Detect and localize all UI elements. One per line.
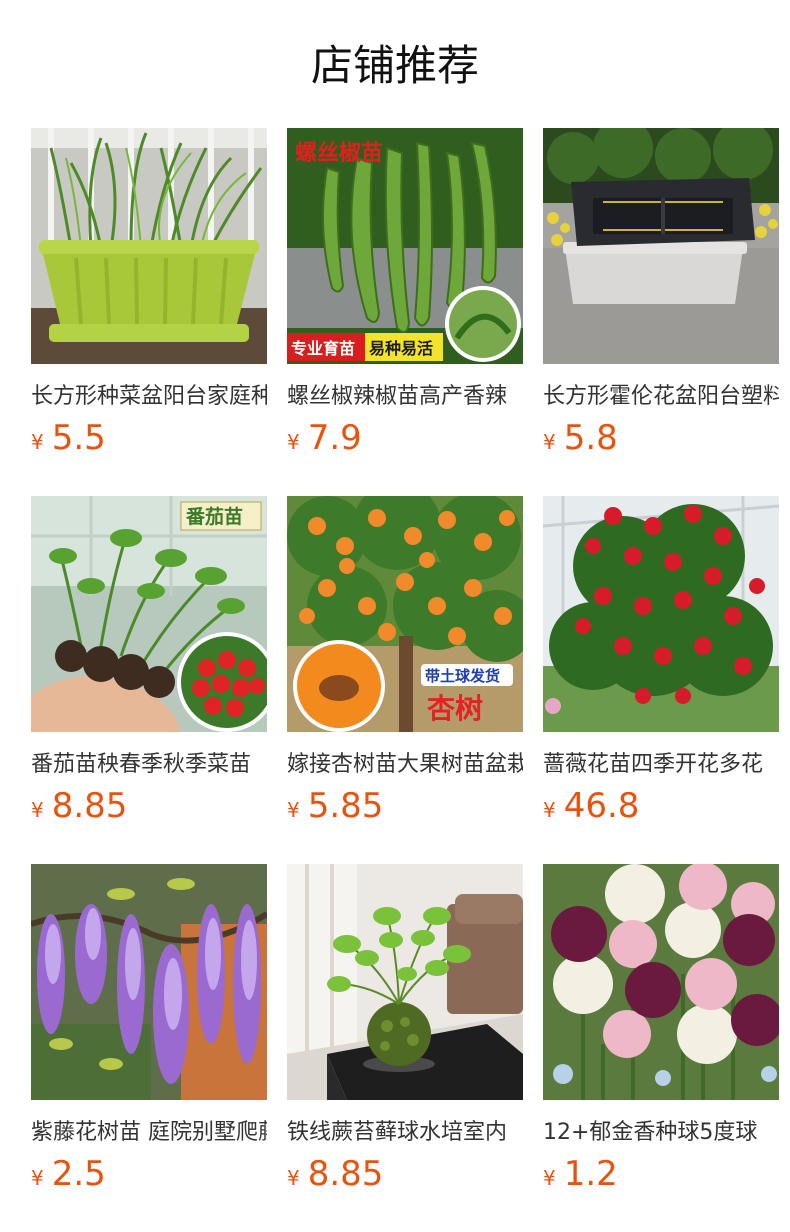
badge-text: 番茄苗	[185, 505, 243, 528]
product-card[interactable]: 螺丝椒苗 专业育苗 易种易活 螺丝椒辣椒苗高产香辣 ¥7.9	[287, 128, 523, 496]
wisteria-image[interactable]	[31, 864, 267, 1100]
gray-planter-image[interactable]	[543, 128, 779, 364]
price-amount: 5.5	[51, 418, 106, 458]
product-price: ¥5.85	[287, 784, 383, 828]
currency-symbol: ¥	[287, 1166, 300, 1190]
product-price: ¥5.5	[31, 416, 106, 460]
green-planter-illustration	[31, 128, 267, 364]
product-price: ¥1.2	[543, 1152, 618, 1196]
tag-right-text: 易种易活	[369, 339, 433, 358]
price-amount: 2.5	[51, 1154, 106, 1194]
product-title[interactable]: 12+郁金香种球5度球	[543, 1116, 779, 1150]
product-price: ¥8.85	[31, 784, 127, 828]
tulip-illustration	[543, 864, 779, 1100]
currency-symbol: ¥	[287, 430, 300, 454]
product-card[interactable]: 长方形种菜盆阳台家庭种植箱 ¥5.5	[31, 128, 267, 496]
green-planter-image[interactable]	[31, 128, 267, 364]
fern-moss-ball-image[interactable]	[287, 864, 523, 1100]
price-amount: 7.9	[307, 418, 362, 458]
product-price: ¥5.8	[543, 416, 618, 460]
product-price: ¥46.8	[543, 784, 639, 828]
currency-symbol: ¥	[543, 430, 556, 454]
currency-symbol: ¥	[543, 798, 556, 822]
price-amount: 8.85	[51, 786, 128, 826]
page-title: 店铺推荐	[310, 41, 479, 90]
product-card[interactable]: 12+郁金香种球5度球 ¥1.2	[543, 864, 779, 1232]
product-title[interactable]: 蔷薇花苗四季开花多花	[543, 748, 779, 782]
product-card[interactable]: 带土球发货 杏树 嫁接杏树苗大果树苗盆栽 ¥5.85	[287, 496, 523, 864]
product-title[interactable]: 长方形种菜盆阳台家庭种植箱	[31, 380, 267, 414]
price-amount: 46.8	[563, 786, 640, 826]
product-card[interactable]: 铁线蕨苔藓球水培室内 ¥8.85	[287, 864, 523, 1232]
product-title[interactable]: 螺丝椒辣椒苗高产香辣	[287, 380, 523, 414]
currency-symbol: ¥	[31, 430, 44, 454]
product-title[interactable]: 番茄苗秧春季秋季菜苗	[31, 748, 267, 782]
product-title[interactable]: 紫藤花树苗 庭院别墅爬藤	[31, 1116, 267, 1150]
product-card[interactable]: 长方形霍伦花盆阳台塑料 ¥5.8	[543, 128, 779, 496]
apricot-illustration: 带土球发货 杏树	[287, 496, 523, 732]
product-card[interactable]: 番茄苗 番茄苗秧春季秋季菜苗 ¥8.85	[31, 496, 267, 864]
product-price: ¥7.9	[287, 416, 362, 460]
tomato-seedling-image[interactable]: 番茄苗	[31, 496, 267, 732]
rose-illustration	[543, 496, 779, 732]
apricot-tree-image[interactable]: 带土球发货 杏树	[287, 496, 523, 732]
currency-symbol: ¥	[543, 1166, 556, 1190]
gray-planter-illustration	[543, 128, 779, 364]
fern-moss-illustration	[287, 864, 523, 1100]
product-title[interactable]: 铁线蕨苔藓球水培室内	[287, 1116, 523, 1150]
price-amount: 5.8	[563, 418, 618, 458]
wisteria-illustration	[31, 864, 267, 1100]
product-price: ¥8.85	[287, 1152, 383, 1196]
price-amount: 1.2	[563, 1154, 618, 1194]
pepper-illustration: 螺丝椒苗 专业育苗 易种易活	[287, 128, 523, 364]
price-amount: 5.85	[307, 786, 384, 826]
tulip-bulbs-image[interactable]	[543, 864, 779, 1100]
product-card[interactable]: 紫藤花树苗 庭院别墅爬藤 ¥2.5	[31, 864, 267, 1232]
pepper-seedling-image[interactable]: 螺丝椒苗 专业育苗 易种易活	[287, 128, 523, 364]
apricot-label-text: 杏树	[427, 693, 483, 725]
currency-symbol: ¥	[31, 1166, 44, 1190]
tag-left-text: 专业育苗	[291, 339, 355, 358]
currency-symbol: ¥	[31, 798, 44, 822]
product-price: ¥2.5	[31, 1152, 106, 1196]
product-title[interactable]: 嫁接杏树苗大果树苗盆栽	[287, 748, 523, 782]
shipping-tag-text: 带土球发货	[425, 667, 500, 685]
banner-text: 螺丝椒苗	[295, 140, 383, 165]
product-title[interactable]: 长方形霍伦花盆阳台塑料	[543, 380, 779, 414]
currency-symbol: ¥	[287, 798, 300, 822]
rose-bush-image[interactable]	[543, 496, 779, 732]
price-amount: 8.85	[307, 1154, 384, 1194]
tomato-illustration: 番茄苗	[31, 496, 267, 732]
product-card[interactable]: 蔷薇花苗四季开花多花 ¥46.8	[543, 496, 779, 864]
product-grid: 长方形种菜盆阳台家庭种植箱 ¥5.5	[31, 128, 779, 1232]
